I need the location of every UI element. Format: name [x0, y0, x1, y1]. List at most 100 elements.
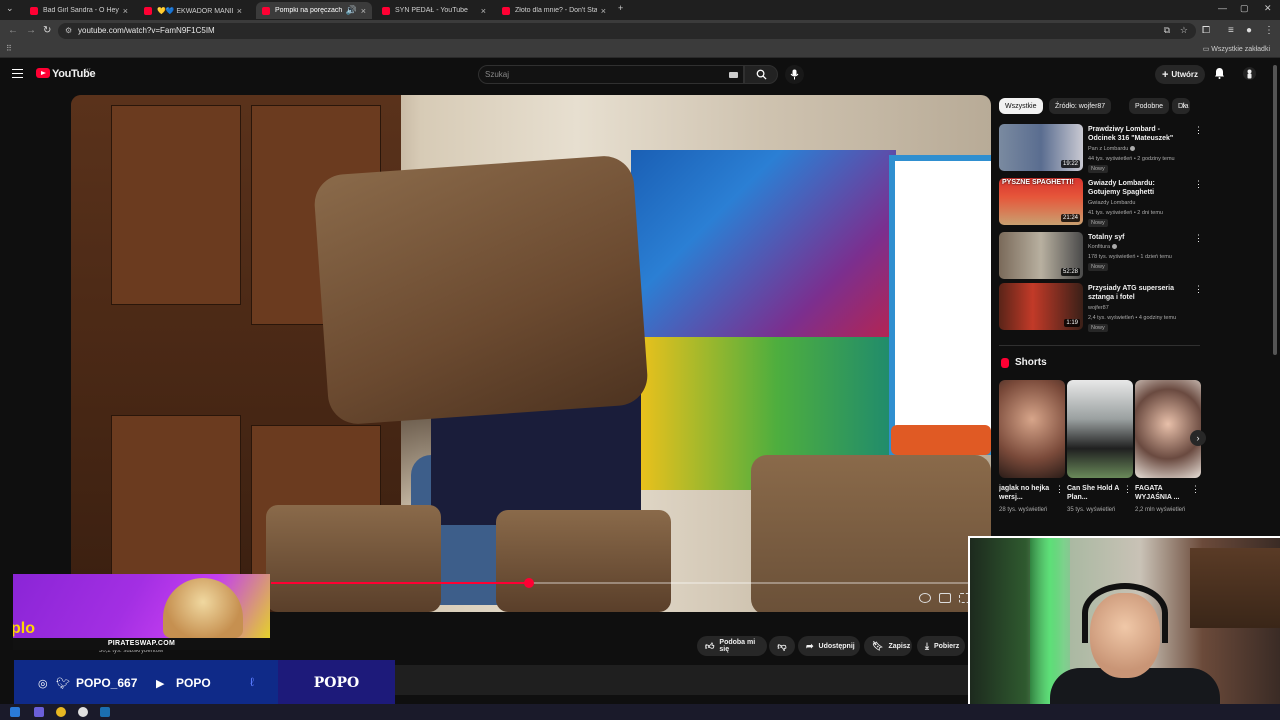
video-title[interactable]: Prawdziwy Lombard - Odcinek 316 "Mateusz… [1088, 125, 1188, 143]
more-options-icon[interactable]: ⋮ [1194, 179, 1203, 190]
chip-all[interactable]: Wszystkie [999, 98, 1043, 114]
install-icon[interactable]: ⧉ [1164, 25, 1170, 36]
close-tab-icon[interactable]: × [123, 6, 128, 16]
tab-search-icon[interactable]: ⌄ [6, 3, 14, 14]
menu-icon[interactable]: ⋮ [1264, 25, 1274, 36]
more-options-icon[interactable]: ⋮ [1123, 484, 1132, 495]
voice-search-button[interactable] [785, 65, 804, 84]
save-label: Zapisz [888, 642, 911, 650]
close-tab-icon[interactable]: × [481, 6, 486, 16]
download-button[interactable]: ⤓ Pobierz [917, 636, 965, 656]
search-input[interactable] [485, 70, 715, 79]
short-title[interactable]: Can She Hold A Plan... [1067, 484, 1123, 502]
more-options-icon[interactable]: ⋮ [1194, 284, 1203, 295]
notifications-bell-icon[interactable] [1214, 67, 1225, 79]
reload-icon[interactable]: ↻ [43, 25, 51, 36]
discord-icon[interactable] [34, 707, 44, 717]
video-title[interactable]: Przysiady ATG superseria sztanga i fotel [1088, 284, 1188, 302]
channel-name[interactable]: Konfitura [1088, 244, 1118, 250]
browser-tab-active[interactable]: Pompki na poręczach z fot 🔊 × [256, 2, 372, 19]
share-button[interactable]: ➦ Udostępnij [798, 636, 860, 656]
short-title[interactable]: FAGATA WYJAŚNIA ... [1135, 484, 1191, 502]
close-window-icon[interactable]: ✕ [1264, 3, 1272, 14]
channel-name[interactable]: Pan z Lombardu [1088, 146, 1136, 152]
start-icon[interactable] [10, 707, 20, 717]
chip-for-you[interactable]: Dla [1172, 98, 1190, 114]
close-tab-icon[interactable]: × [601, 6, 606, 16]
channel-name-text: Konfitura [1088, 244, 1111, 250]
browser-tab-2[interactable]: 💛💙 EKWADOR MANIECZKI × [138, 2, 248, 19]
chip-similar[interactable]: Podobne [1129, 98, 1170, 114]
chip-source[interactable]: Źródło: wojfer87 [1049, 98, 1112, 114]
browser-tab-5[interactable]: Złoto dla mnie? - Don't Starve × [496, 2, 612, 19]
back-icon[interactable]: ← [8, 25, 18, 36]
chrome-icon[interactable] [56, 707, 66, 717]
short-thumbnail[interactable] [1135, 380, 1201, 478]
webcam-shelf [1190, 548, 1280, 628]
video-progress-bar[interactable] [271, 578, 969, 588]
video-player[interactable] [71, 95, 991, 612]
media-icon[interactable]: ≡ [1228, 25, 1234, 36]
headset-icon [1082, 583, 1168, 643]
short-item[interactable]: FAGATA WYJAŚNIA ... ⋮ 2,2 mln wyświetleń [1135, 380, 1201, 530]
save-button[interactable]: 🔖︎ Zapisz [864, 636, 912, 656]
url-text[interactable]: youtube.com/watch?v=FamN9F1C5IM [78, 26, 215, 35]
more-options-icon[interactable]: ⋮ [1194, 233, 1203, 244]
obs-icon[interactable] [78, 707, 88, 717]
account-avatar[interactable] [1243, 67, 1256, 80]
video-thumbnail[interactable]: 19:22 [999, 124, 1083, 171]
keyboard-icon[interactable] [729, 72, 738, 78]
short-thumbnail[interactable] [999, 380, 1065, 478]
channel-name[interactable]: Gwiazdy Lombardu [1088, 200, 1135, 206]
site-info-icon[interactable]: ⚙ [65, 26, 72, 35]
like-button[interactable]: 👍︎ Podoba mi się [697, 636, 767, 656]
maximize-icon[interactable]: ▢ [1240, 3, 1249, 14]
video-title[interactable]: Gwiazdy Lombardu: Gotujemy Spaghetti [1088, 179, 1188, 197]
recommendation-item[interactable]: 52:28 Totalny syf Konfitura 178 tys. wyś… [999, 232, 1204, 282]
settings-icon[interactable] [919, 593, 931, 603]
new-tab-icon[interactable]: + [618, 3, 623, 13]
browser-tab-bar: ⌄ Bad Girl Sandra - O Hey ! - You × 💛💙 E… [0, 0, 1280, 20]
more-options-icon[interactable]: ⋮ [1191, 484, 1200, 495]
hamburger-menu-icon[interactable] [12, 69, 23, 78]
search-button[interactable] [744, 65, 778, 84]
video-thumbnail[interactable]: 52:28 [999, 232, 1083, 279]
shorts-next-icon[interactable]: › [1190, 430, 1206, 446]
extensions-icon[interactable]: ⧠ [1202, 25, 1210, 36]
bookmark-star-icon[interactable]: ☆ [1180, 25, 1188, 36]
recommendation-item[interactable]: 1:19 Przysiady ATG superseria sztanga i … [999, 283, 1204, 333]
video-thumbnail[interactable]: 1:19 [999, 283, 1083, 330]
apps-icon[interactable]: ⠿ [6, 44, 12, 53]
close-tab-icon[interactable]: × [237, 6, 242, 16]
browser-tab-1[interactable]: Bad Girl Sandra - O Hey ! - You × [24, 2, 134, 19]
steam-icon[interactable] [100, 707, 110, 717]
more-options-icon[interactable]: ⋮ [1055, 484, 1064, 495]
video-title[interactable]: Totalny syf [1088, 233, 1188, 242]
theater-mode-icon[interactable] [939, 593, 951, 603]
all-bookmarks[interactable]: ▭ Wszystkie zakładki [1203, 45, 1270, 53]
short-item[interactable]: Can She Hold A Plan... ⋮ 35 tys. wyświet… [1067, 380, 1133, 530]
omnibox[interactable]: ⚙ youtube.com/watch?v=FamN9F1C5IM ⧉ ☆ [58, 23, 1196, 39]
browser-tab-4[interactable]: SYN PEDAŁ - YouTube × [376, 2, 492, 19]
minimize-icon[interactable]: — [1218, 3, 1227, 13]
video-thumbnail[interactable]: PYSZNE SPAGHETTI! 21:24 [999, 178, 1083, 225]
bookmark-icon: 🔖︎ [872, 640, 884, 651]
video-meta: 41 tys. wyświetleń • 2 dni temu [1088, 210, 1163, 216]
channel-name[interactable]: wojfer87 [1088, 305, 1109, 311]
recommendation-item[interactable]: PYSZNE SPAGHETTI! 21:24 Gwiazdy Lombardu… [999, 178, 1204, 228]
short-title[interactable]: jaglak no hejka wersj... [999, 484, 1055, 502]
close-tab-icon[interactable]: × [361, 6, 366, 16]
short-thumbnail[interactable] [1067, 380, 1133, 478]
forward-icon[interactable]: → [26, 25, 36, 36]
page-scrollbar[interactable] [1273, 65, 1277, 355]
create-button[interactable]: + Utwórz [1155, 65, 1205, 84]
social-bar: ◎ 🐦︎ POPO_667 ▶ POPO ℓ POPO [14, 660, 395, 705]
recommendation-item[interactable]: 19:22 Prawdziwy Lombard - Odcinek 316 "M… [999, 124, 1204, 174]
chips-next-icon[interactable]: › [1182, 100, 1185, 111]
dislike-button[interactable]: 👎︎ [769, 636, 795, 656]
search-box[interactable] [478, 65, 744, 84]
short-item[interactable]: jaglak no hejka wersj... ⋮ 28 tys. wyświ… [999, 380, 1065, 530]
profile-icon[interactable]: ● [1246, 25, 1252, 36]
youtube-logo-icon[interactable] [36, 68, 50, 78]
more-options-icon[interactable]: ⋮ [1194, 125, 1203, 136]
